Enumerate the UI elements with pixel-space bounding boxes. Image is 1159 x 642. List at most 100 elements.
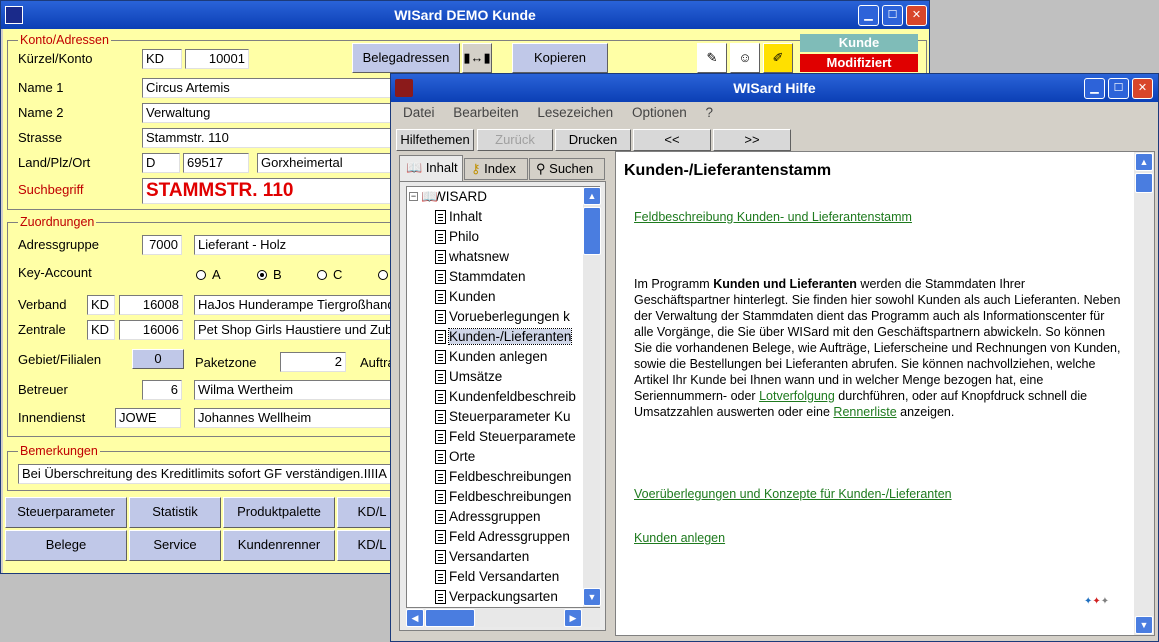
content-scroll-up[interactable]: ▲ — [1135, 153, 1153, 171]
zentrale-code-field[interactable]: KD — [87, 320, 115, 340]
link-lotverfolgung[interactable]: Lotverfolgung — [759, 389, 835, 403]
zentrale-label: Zentrale — [18, 322, 66, 337]
kopieren-button[interactable]: Kopieren — [512, 43, 608, 73]
link-feldbeschreibung[interactable]: Feldbeschreibung Kunden- und Lieferanten… — [634, 210, 912, 224]
link-kunden-anlegen[interactable]: Kunden anlegen — [634, 531, 725, 545]
kuerzel-code-field[interactable]: KD — [142, 49, 182, 69]
tree-item[interactable]: Steuerparameter Ku — [407, 407, 599, 427]
suchbegriff-field[interactable]: STAMMSTR. 110 — [142, 178, 402, 204]
previous-topic-button[interactable]: << — [633, 129, 711, 151]
adressgruppe-nr-field[interactable]: 7000 — [142, 235, 182, 255]
minimize-button[interactable]: ▁ — [858, 5, 879, 26]
tree-item[interactable]: Kundenfeldbeschreib — [407, 387, 599, 407]
verband-nr-field[interactable]: 16008 — [119, 295, 183, 315]
steuerparameter-button[interactable]: Steuerparameter — [5, 497, 127, 528]
zurueck-button[interactable]: Zurück — [477, 129, 553, 151]
plz-field[interactable]: 69517 — [183, 153, 249, 173]
content-vscrollbar[interactable] — [1134, 152, 1154, 635]
tree-item[interactable]: Verpackungsarten — [407, 587, 599, 607]
tree-item[interactable]: Feld Versandarten — [407, 567, 599, 587]
gebiet-filialen-button[interactable]: 0 — [132, 349, 184, 369]
land-field[interactable]: D — [142, 153, 180, 173]
verband-code-field[interactable]: KD — [87, 295, 115, 315]
tree-item[interactable]: Versandarten — [407, 547, 599, 567]
belegadressen-button[interactable]: Belegadressen — [352, 43, 460, 73]
help-maximize-button[interactable]: ☐ — [1108, 78, 1129, 99]
menu-datei[interactable]: Datei — [403, 105, 435, 120]
link-rennerliste[interactable]: Rennerliste — [833, 405, 896, 419]
tree-item[interactable]: Feld Adressgruppen — [407, 527, 599, 547]
adressgruppe-label: Adressgruppe — [18, 237, 99, 252]
tree-item[interactable]: Feld Steuerparamete — [407, 427, 599, 447]
link-vorueberlegungen[interactable]: Voerüberlegungen und Konzepte für Kunden… — [634, 487, 952, 501]
statistik-button[interactable]: Statistik — [129, 497, 221, 528]
tree-item[interactable]: Inhalt — [407, 207, 599, 227]
innendienst-code-field[interactable]: JOWE — [115, 408, 181, 428]
betreuer-field[interactable]: Wilma Wertheim — [194, 380, 402, 400]
tree-item[interactable]: whatsnew — [407, 247, 599, 267]
tree-scroll-up[interactable]: ▲ — [583, 187, 601, 205]
menu-optionen[interactable]: Optionen — [632, 105, 687, 120]
tree-item[interactable]: Umsätze — [407, 367, 599, 387]
tree-item[interactable]: Kunden — [407, 287, 599, 307]
name1-field[interactable]: Circus Artemis — [142, 78, 402, 98]
app-icon[interactable] — [5, 6, 23, 24]
tree-item[interactable]: Stammdaten — [407, 267, 599, 287]
tab-index[interactable]: ⚷ Index — [464, 158, 528, 180]
adressgruppe-field[interactable]: Lieferant - Holz — [194, 235, 402, 255]
drucken-button[interactable]: Drucken — [555, 129, 631, 151]
bemerkungen-field[interactable]: Bei Überschreitung des Kreditlimits sofo… — [18, 464, 402, 484]
zentrale-field[interactable]: Pet Shop Girls Haustiere und Zubehör — [194, 320, 402, 340]
name2-field[interactable]: Verwaltung — [142, 103, 402, 123]
close-button[interactable]: ✕ — [906, 5, 927, 26]
document-icon[interactable]: ✎ — [697, 43, 727, 73]
tree-scroll-right[interactable]: ▶ — [564, 609, 582, 627]
innendienst-field[interactable]: Johannes Wellheim — [194, 408, 402, 428]
tree-scroll-down[interactable]: ▼ — [583, 588, 601, 606]
tree-item[interactable]: Feldbeschreibungen — [407, 487, 599, 507]
main-titlebar[interactable]: WISard DEMO Kunde — [1, 1, 929, 29]
tab-inhalt[interactable]: 📖 Inhalt — [399, 155, 463, 181]
betreuer-nr-field[interactable]: 6 — [142, 380, 182, 400]
help-book-icon[interactable] — [395, 79, 413, 97]
transfer-icon[interactable]: ▮↔▮ — [462, 43, 492, 73]
tree-scroll-thumb[interactable] — [583, 207, 601, 255]
belege-button[interactable]: Belege — [5, 530, 127, 561]
portrait-icon[interactable]: ☺ — [730, 43, 760, 73]
paketzone-field[interactable]: 2 — [280, 352, 346, 372]
tree-root[interactable]: − 📖 WISARD — [407, 187, 599, 207]
hilfethemen-button[interactable]: Hilfethemen — [396, 129, 474, 151]
produktpalette-button[interactable]: Produktpalette — [223, 497, 335, 528]
tree-item[interactable]: Kunden-/Lieferanten — [407, 327, 599, 347]
verband-field[interactable]: HaJos Hunderampe Tiergroßhandel — [194, 295, 402, 315]
menu-lesezeichen[interactable]: Lesezeichen — [537, 105, 613, 120]
note-icon[interactable]: ✐ — [763, 43, 793, 73]
tree-item[interactable]: Adressgruppen — [407, 507, 599, 527]
service-button[interactable]: Service — [129, 530, 221, 561]
tree-item[interactable]: Feldbeschreibungen — [407, 467, 599, 487]
help-minimize-button[interactable]: ▁ — [1084, 78, 1105, 99]
maximize-button[interactable]: ☐ — [882, 5, 903, 26]
next-topic-button[interactable]: >> — [713, 129, 791, 151]
content-scroll-thumb[interactable] — [1135, 173, 1153, 193]
kundenrenner-button[interactable]: Kundenrenner — [223, 530, 335, 561]
help-close-button[interactable]: ✕ — [1132, 78, 1153, 99]
content-scroll-down[interactable]: ▼ — [1135, 616, 1153, 634]
key-account-radio-c[interactable]: C — [317, 267, 342, 282]
strasse-field[interactable]: Stammstr. 110 — [142, 128, 402, 148]
menu-bearbeiten[interactable]: Bearbeiten — [453, 105, 518, 120]
tree-item[interactable]: Orte — [407, 447, 599, 467]
tree-item[interactable]: Kunden anlegen — [407, 347, 599, 367]
tree-item[interactable]: Vorueberlegungen k — [407, 307, 599, 327]
tree-scroll-left[interactable]: ◀ — [406, 609, 424, 627]
key-account-radio-b[interactable]: B — [257, 267, 282, 282]
konto-nr-field[interactable]: 10001 — [185, 49, 249, 69]
zentrale-nr-field[interactable]: 16006 — [119, 320, 183, 340]
ort-field[interactable]: Gorxheimertal — [257, 153, 402, 173]
menu-help[interactable]: ? — [706, 105, 714, 120]
tree-item[interactable]: Philo — [407, 227, 599, 247]
tree-hscroll-thumb[interactable] — [425, 609, 475, 627]
tab-suchen[interactable]: ⚲ Suchen — [529, 158, 605, 180]
key-account-radio-a[interactable]: A — [196, 267, 221, 282]
help-titlebar[interactable]: WISard Hilfe — [391, 74, 1158, 102]
